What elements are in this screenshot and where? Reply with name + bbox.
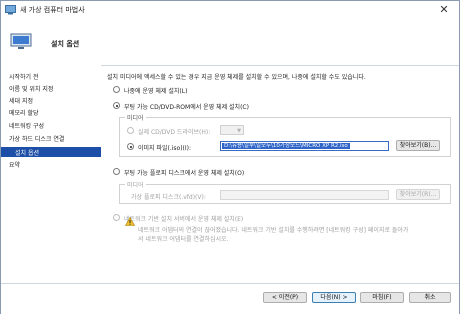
hyperv-wizard-icon	[5, 4, 16, 15]
page-header: 설치 옵션	[1, 19, 459, 66]
install-network-radio[interactable]	[113, 214, 120, 221]
step-memory[interactable]: 메모리 할당	[9, 108, 39, 118]
cancel-button[interactable]: 취소	[409, 292, 451, 303]
step-installation-options-label: 설치 옵션	[15, 150, 39, 157]
intro-text: 설치 미디어에 액세스할 수 있는 경우 지금 운영 체제를 설치할 수 있으며…	[107, 74, 366, 81]
finish-button[interactable]: 마침(F)	[360, 292, 404, 303]
step-before-you-begin[interactable]: 시작하기 전	[9, 72, 39, 82]
install-floppy-label: 부팅 가능 플로피 디스크에서 운영 체제 설치(O)	[124, 170, 245, 177]
floppy-media-group-label: 미디어	[125, 180, 146, 189]
install-cd-label: 부팅 가능 CD/DVD-ROM에서 운영 체제 설치(C)	[124, 104, 249, 111]
previous-button[interactable]: < 이전(P)	[263, 292, 307, 303]
physical-drive-radio[interactable]	[127, 127, 134, 134]
network-warning-line2: 서 네트워크 어댑터를 연결하십시오.	[138, 236, 229, 243]
monitor-icon	[10, 33, 32, 51]
wizard-window: 새 가상 컴퓨터 마법사 ✕ 설치 옵션 시작하기 전 이름 및 위치 지정 세…	[0, 0, 460, 314]
step-name-location[interactable]: 이름 및 위치 지정	[9, 84, 53, 94]
main-content: 설치 미디어에 액세스할 수 있는 경우 지금 운영 체제를 설치할 수 있으며…	[107, 65, 455, 283]
step-summary[interactable]: 요약	[9, 160, 20, 170]
image-file-input[interactable]: D:\유용\일부\일모두\10가상모드\MICRO XP R2.iso	[220, 141, 389, 151]
floppy-disk-label: 가상 플로피 디스크(.vfd)(V):	[131, 194, 206, 201]
image-file-label: 이미지 파일(.iso)(I):	[138, 145, 192, 152]
cd-media-group-label: 미디어	[125, 113, 146, 122]
image-file-radio[interactable]	[127, 143, 134, 150]
title-bar: 새 가상 컴퓨터 마법사 ✕	[1, 1, 459, 19]
page-title: 설치 옵션	[51, 40, 80, 48]
step-virtual-disk[interactable]: 가상 하드 디스크 연결	[9, 134, 64, 144]
image-file-value: D:\유용\일부\일모두\10가상모드\MICRO XP R2.iso	[222, 143, 350, 149]
install-cd-radio[interactable]	[113, 102, 120, 109]
browse-image-button[interactable]: 찾아보기(B)...	[396, 140, 440, 151]
physical-drive-select[interactable]: ▼	[220, 125, 244, 135]
warning-icon	[124, 216, 136, 226]
network-warning-line1: 네트워크 어댑터의 연결이 끊어졌습니다. 네트워크 기반 설치를 수행하려면 …	[138, 227, 409, 234]
floppy-file-input[interactable]	[220, 190, 389, 200]
install-floppy-radio[interactable]	[113, 168, 120, 175]
wizard-steps-nav: 시작하기 전 이름 및 위치 지정 세대 지정 메모리 할당 네트워킹 구성 가…	[1, 65, 101, 283]
browse-floppy-button[interactable]: 찾아보기(R)...	[396, 189, 440, 200]
install-later-radio[interactable]	[113, 86, 120, 93]
close-icon[interactable]: ✕	[437, 3, 451, 16]
step-installation-options[interactable]: 설치 옵션	[1, 147, 101, 157]
physical-drive-label: 실제 CD/DVD 드라이브(H):	[138, 129, 211, 136]
window-title: 새 가상 컴퓨터 마법사	[20, 6, 85, 14]
wizard-footer: < 이전(P) 다음(N) > 마침(F) 취소	[1, 283, 459, 314]
install-network-label: 네트워크 기반 설치 서버에서 운영 체제 설치(E)	[124, 216, 244, 223]
chevron-down-icon: ▼	[237, 128, 241, 134]
step-networking[interactable]: 네트워킹 구성	[9, 121, 44, 131]
install-later-label: 나중에 운영 체제 설치(L)	[124, 88, 188, 95]
step-generation[interactable]: 세대 지정	[9, 96, 33, 106]
next-button[interactable]: 다음(N) >	[312, 292, 356, 303]
